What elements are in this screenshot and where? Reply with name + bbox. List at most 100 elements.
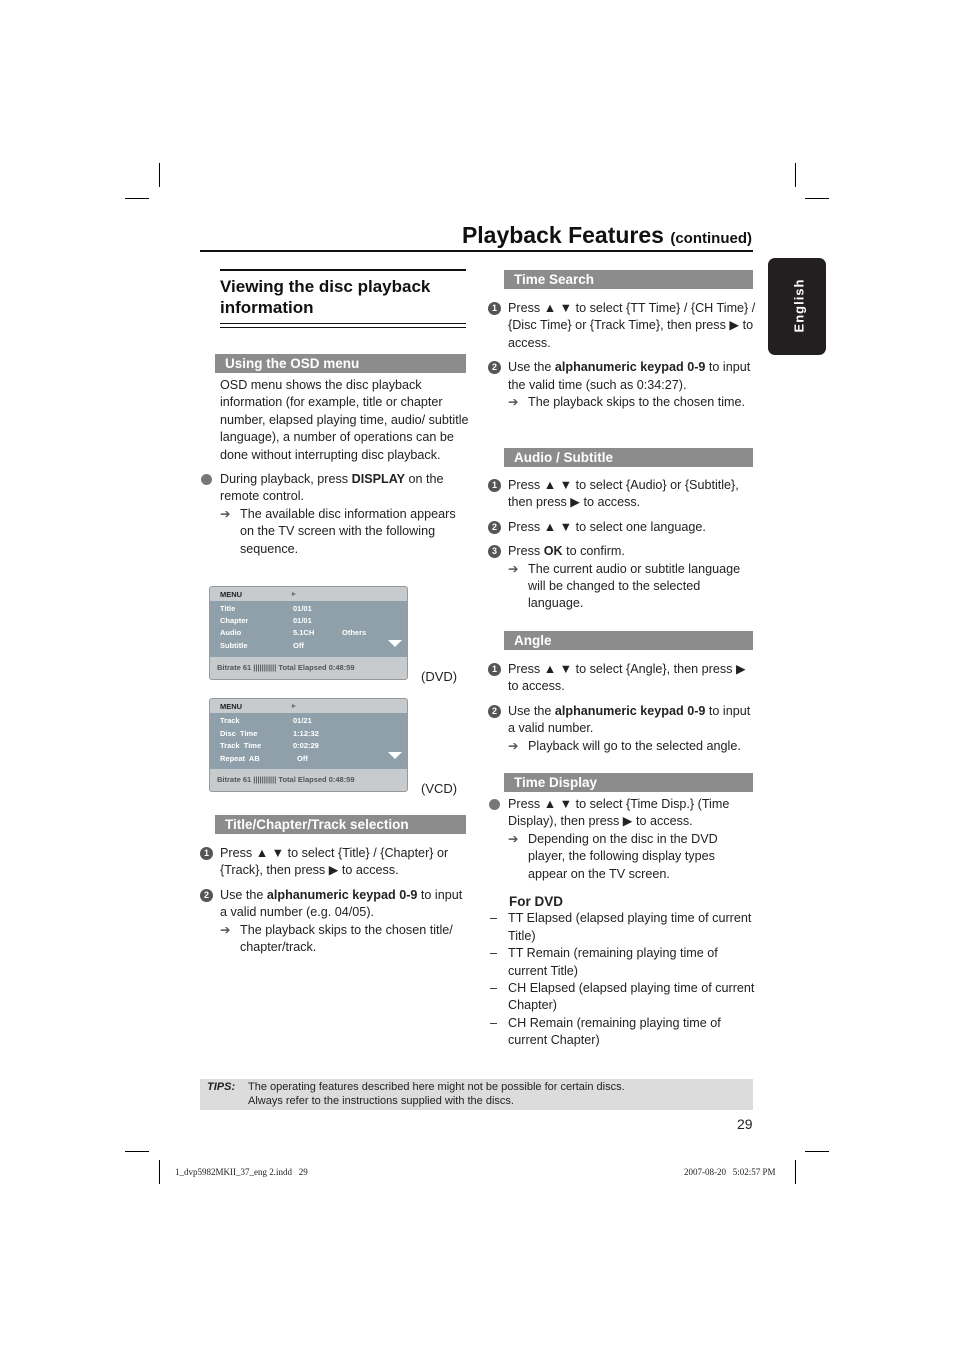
time-search-header: Time Search (504, 270, 753, 289)
row-value: 0:02:29 (293, 741, 319, 750)
step-1: 1 Press ▲ ▼ to select {Title} / {Chapter}… (200, 845, 470, 880)
chevron-down-icon (388, 640, 402, 647)
key-name: alphanumeric keypad 0-9 (554, 360, 706, 375)
bullet-icon (489, 799, 500, 810)
text: to confirm. (562, 544, 625, 559)
result: ➔ Depending on the disc in the DVD player… (508, 831, 756, 883)
step-1: 1 Press ▲ ▼ to select {Angle}, then press… (488, 661, 756, 696)
divider (220, 269, 466, 271)
step-1: Press ▲ ▼ to select {Time Disp.} (Time D… (488, 796, 756, 883)
row-label: Subtitle (220, 641, 248, 650)
key-name: alphanumeric keypad 0-9 (266, 887, 418, 902)
text: During playback, press (220, 472, 352, 487)
osd-body: Title 01/01 Chapter 01/01 Audio 5.1CH Others… (210, 601, 407, 657)
osd-result: ➔ The available disc information appears … (220, 506, 470, 558)
option-text: TT Elapsed (elapsed playing time of curr… (508, 911, 752, 943)
dvd-caption: (DVD) (421, 669, 458, 684)
tips-box: TIPS: The operating features described h… (200, 1079, 753, 1110)
step-number-icon: 1 (488, 479, 501, 492)
text: Use the (508, 703, 555, 718)
osd-footer: Bitrate 61 ||||||||||| Total Elapsed 0:4… (217, 775, 355, 784)
result-text: The playback skips to the chosen title/ … (240, 922, 453, 955)
option-text: CH Elapsed (elapsed playing time of curr… (508, 981, 755, 1013)
angle-section: 1 Press ▲ ▼ to select {Angle}, then press… (488, 661, 756, 762)
osd-body: Track 01/21 Disc Time 1:12:32 Track Time 0:… (210, 713, 407, 769)
option-item: – TT Remain (remaining playing time of cu… (490, 946, 718, 978)
row-value: 01/01 (293, 604, 312, 613)
time-display-header: Time Display (504, 773, 753, 792)
audio-subtitle-header: Audio / Subtitle (504, 448, 753, 467)
osd-intro: OSD menu shows the disc playback informa… (220, 378, 469, 462)
step-1: 1 Press ▲ ▼ to select {TT Time} / {CH Tim… (488, 300, 756, 352)
bullet-icon (201, 474, 212, 486)
crop-mark (159, 163, 160, 187)
title-continued: (continued) (670, 230, 752, 247)
arrow-icon: ➔ (508, 561, 519, 576)
result-text: Depending on the disc in the DVD player,… (528, 831, 718, 881)
tips-line: Always refer to the instructions supplie… (248, 1095, 514, 1107)
row-extra: Others (342, 628, 367, 637)
result: ➔ The playback skips to the chosen title/… (220, 922, 470, 957)
row-label: Audio (220, 628, 242, 637)
row-label: Disc Time (220, 729, 258, 738)
time-display-section: Press ▲ ▼ to select {Time Disp.} (Time D… (488, 796, 756, 1050)
result-text: The current audio or subtitle language w… (528, 561, 741, 611)
crop-mark (805, 1151, 829, 1152)
tct-header: Title/Chapter/Track selection (215, 815, 466, 834)
footer-date: 2007-08-20 5:02:57 PM (684, 1167, 776, 1177)
angle-header: Angle (504, 631, 753, 650)
tips-label: TIPS: (207, 1081, 236, 1093)
step-2: 2 Use the alphanumeric keypad 0-9 to inpu… (488, 703, 756, 755)
osd-header: MENU ▸ (210, 699, 407, 713)
title-rule (200, 250, 753, 252)
arrow-icon: ➔ (220, 506, 231, 521)
step-number-icon: 1 (200, 847, 213, 860)
arrow-icon: ➔ (508, 831, 519, 846)
text: Use the (508, 360, 555, 375)
result-text: The available disc information appears o… (240, 506, 456, 556)
step-number-icon: 2 (488, 361, 501, 375)
step-number-icon: 2 (200, 888, 213, 902)
step-number-icon: 2 (488, 520, 501, 534)
row-value: Off (297, 754, 308, 763)
step-3: 3 Press OK to confirm. ➔ The current audio… (488, 543, 756, 613)
row-value: 01/21 (293, 716, 312, 725)
menu-label: MENU (220, 590, 243, 599)
vcd-caption: (VCD) (421, 781, 458, 796)
text: Press (508, 544, 544, 559)
osd-section: OSD menu shows the disc playback informa… (200, 377, 470, 565)
play-icon: ▸ (292, 701, 296, 710)
step-text: Press ▲ ▼ to select {Angle}, then press … (508, 662, 746, 694)
manual-page: Playback Features (continued) English Vi… (0, 0, 954, 1350)
row-label: Chapter (220, 616, 249, 625)
divider (220, 327, 466, 328)
osd-menu-header: Using the OSD menu (215, 354, 466, 373)
result: ➔ The playback skips to the chosen time. (508, 394, 756, 411)
chevron-down-icon (388, 752, 402, 759)
osd-step: During playback, press DISPLAY on the re… (200, 471, 470, 558)
row-label: Track Time (220, 741, 262, 750)
language-tab: English (768, 258, 826, 355)
divider (220, 323, 466, 324)
step-number-icon: 1 (488, 302, 501, 315)
row-label: Title (220, 604, 236, 613)
step-number-icon: 1 (488, 663, 501, 676)
result: ➔ The current audio or subtitle language … (508, 561, 756, 613)
title-text: Playback Features (461, 222, 664, 248)
option-text: TT Remain (remaining playing time of cur… (508, 946, 718, 978)
step-2: 2 Press ▲ ▼ to select one language. (488, 519, 756, 536)
arrow-icon: ➔ (508, 395, 519, 410)
crop-mark (805, 198, 829, 199)
step-text: Press ▲ ▼ to select {TT Time} / {CH Time… (508, 301, 756, 350)
row-value: Off (293, 641, 304, 650)
tips-line: The operating features described here mi… (248, 1081, 625, 1093)
footer-file: 1_dvp5982MKII_37_eng 2.indd 29 (175, 1167, 308, 1177)
result-text: Playback will go to the selected angle. (528, 738, 741, 753)
step-text: Press ▲ ▼ to select one language. (508, 519, 706, 534)
row-value: 01/01 (293, 616, 312, 625)
key-name: OK (543, 544, 563, 559)
row-value: 1:12:32 (293, 729, 319, 738)
option-text: CH Remain (remaining playing time of cur… (508, 1015, 721, 1048)
arrow-icon: ➔ (508, 738, 519, 753)
step-1: 1 Press ▲ ▼ to select {Audio} or {Subtitl… (488, 477, 756, 512)
